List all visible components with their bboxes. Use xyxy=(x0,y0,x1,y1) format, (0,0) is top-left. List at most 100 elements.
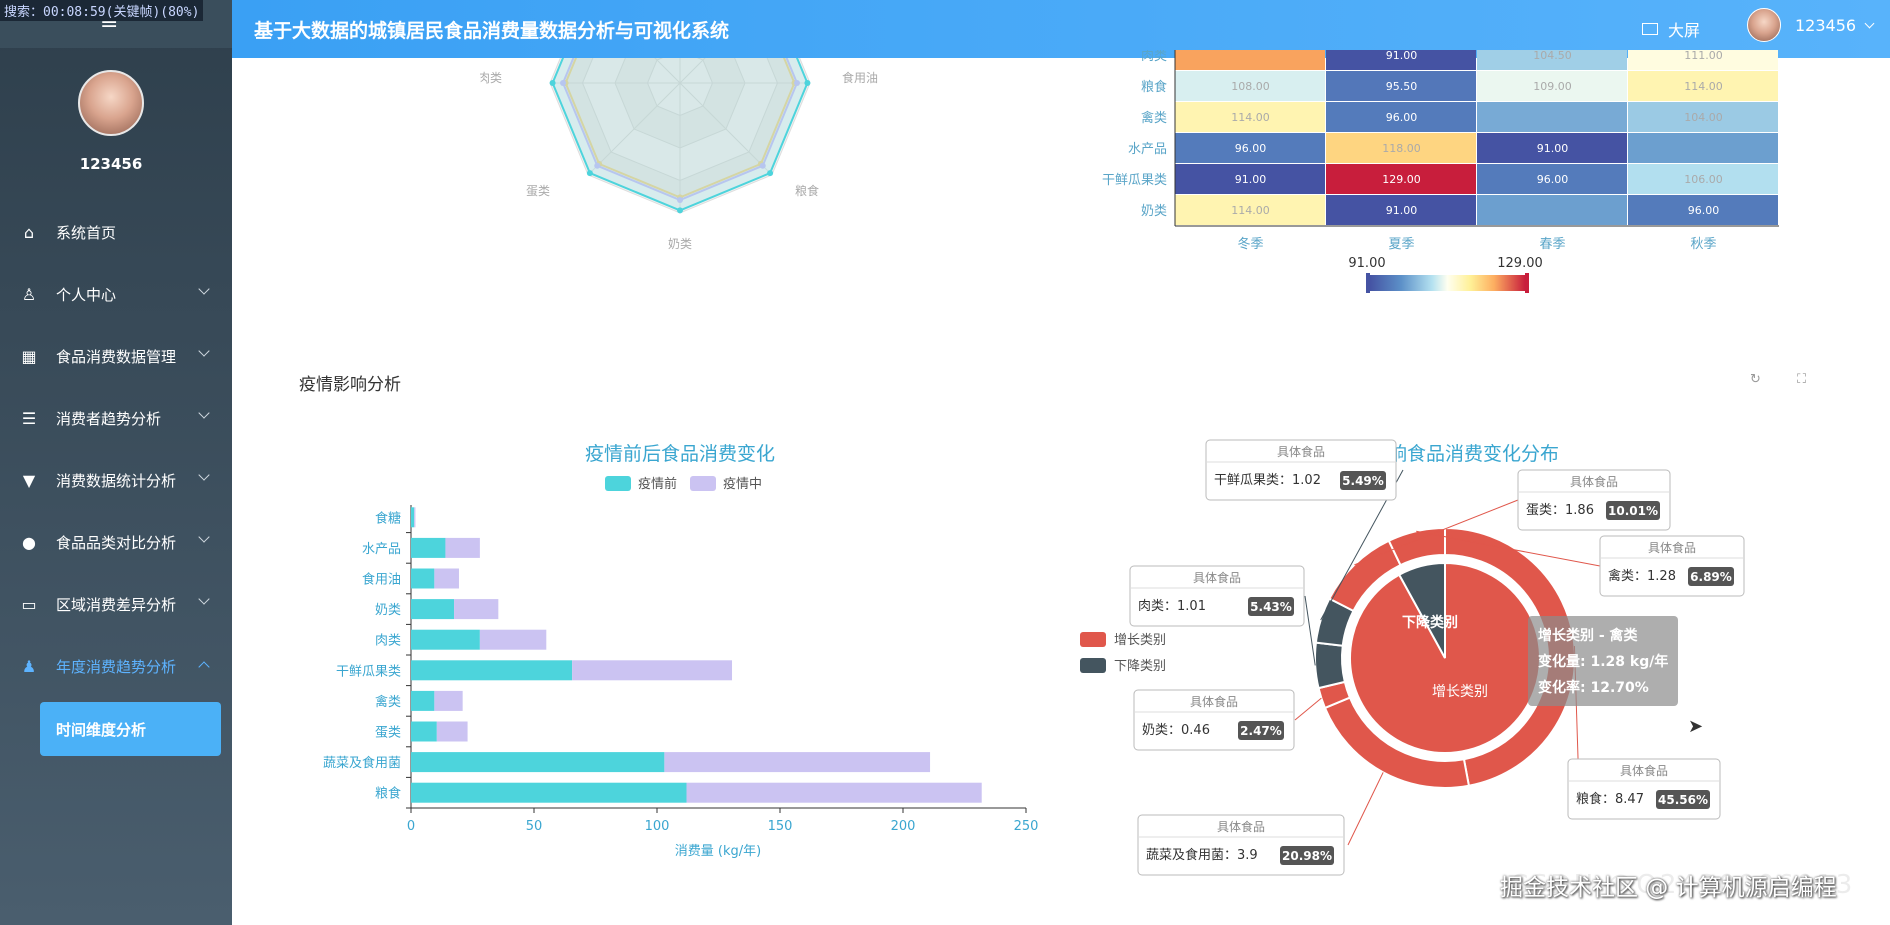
bar-segment[interactable] xyxy=(411,690,435,711)
outer-ring-slice[interactable] xyxy=(1314,641,1347,690)
chevron-down-icon xyxy=(198,661,210,673)
fullscreen-icon[interactable]: ⛶ xyxy=(1797,372,1806,387)
bar-segment[interactable] xyxy=(664,752,931,773)
pie-label-name: 蛋类：1.86 xyxy=(1526,503,1594,518)
visual-map-handle[interactable] xyxy=(1525,273,1529,293)
sidebar-item-3[interactable]: ☰ 消费者趋势分析 xyxy=(0,387,232,449)
bar-segment[interactable] xyxy=(411,599,455,620)
bar-segment[interactable] xyxy=(411,721,437,742)
bar-segment[interactable] xyxy=(411,660,573,681)
legend-label[interactable]: 下降类别 xyxy=(1114,659,1166,674)
bar-segment[interactable] xyxy=(434,690,463,711)
pie-label-box: 具体食品禽类：1.28 6.89% xyxy=(1599,535,1745,597)
sidebar-item-5[interactable]: ● 食品品类对比分析 xyxy=(0,511,232,573)
heatmap-cell[interactable] xyxy=(1175,50,1325,70)
visual-map-bar[interactable] xyxy=(1370,275,1525,291)
sidebar-item-7[interactable]: ♟ 年度消费趋势分析 xyxy=(0,635,232,697)
label-leader-line xyxy=(1294,697,1322,721)
person-icon: ♟ xyxy=(21,656,37,676)
legend-swatch[interactable] xyxy=(1080,632,1106,647)
pie-label-name: 肉类：1.01 xyxy=(1138,599,1206,614)
visual-map-handle[interactable] xyxy=(1366,273,1370,293)
chevron-down-icon xyxy=(198,283,210,295)
sidebar-item-2[interactable]: ▦ 食品消费数据管理 xyxy=(0,325,232,387)
grid-icon: ▦ xyxy=(21,346,37,366)
sidebar-item-label: 年度消费趋势分析 xyxy=(56,657,177,676)
heatmap-cell-label: 96.00 xyxy=(1688,204,1720,217)
pie-label-name: 奶类：0.46 xyxy=(1142,723,1210,738)
legend-label[interactable]: 疫情中 xyxy=(723,476,762,492)
heatmap-col-label: 春季 xyxy=(1539,237,1565,252)
bar-category-label: 食用油 xyxy=(362,572,401,588)
bar-segment[interactable] xyxy=(411,782,687,803)
legend-swatch[interactable] xyxy=(605,476,631,491)
mouse-cursor-icon: ➤ xyxy=(1688,716,1704,737)
chevron-down-icon xyxy=(198,593,210,605)
heatmap-cell-label: 111.00 xyxy=(1684,50,1723,62)
bar-segment[interactable] xyxy=(434,568,459,589)
outer-ring-slice[interactable] xyxy=(1387,526,1446,567)
visual-map-max-label: 129.00 xyxy=(1497,256,1543,271)
sidebar-menu: ⌂ 系统首页 ♙ 个人中心 ▦ 食品消费数据管理 ☰ 消费者趋势分析 ▼ 消费数据统计分析 ● 食品品… xyxy=(0,201,232,697)
pie-chart: 疫情影响食品消费变化分布增长类别下降类别增长类别下降类别具体食品粮食：8.47 4… xyxy=(1080,439,1745,876)
bar-segment[interactable] xyxy=(445,537,480,558)
heatmap-cell-label: 91.00 xyxy=(1386,50,1418,62)
bar-category-label: 蔬菜及食用菌 xyxy=(323,755,401,771)
pie-label-box: 具体食品肉类：1.01 5.43% xyxy=(1129,565,1305,627)
heatmap-cell-label: 91.00 xyxy=(1235,173,1267,186)
bar-segment[interactable] xyxy=(572,660,733,681)
refresh-icon[interactable]: ↻ xyxy=(1750,372,1761,387)
heatmap-cell-label: 96.00 xyxy=(1537,173,1569,186)
bar-segment[interactable] xyxy=(436,721,468,742)
app-title: 基于大数据的城镇居民食品消费量数据分析与可视化系统 xyxy=(254,20,730,42)
avatar xyxy=(78,70,144,136)
pie-label-header: 具体食品 xyxy=(1193,570,1241,585)
sidebar-item-label: 消费数据统计分析 xyxy=(56,471,177,490)
sidebar-item-0[interactable]: ⌂ 系统首页 xyxy=(0,201,232,263)
chevron-down-icon xyxy=(198,469,210,481)
legend-swatch[interactable] xyxy=(690,476,716,491)
bar-x-tick-label: 0 xyxy=(407,819,415,834)
search-overlay-text: 搜索：00:08:59(关键帧)(80%) xyxy=(0,0,204,21)
sidebar-item-1[interactable]: ♙ 个人中心 xyxy=(0,263,232,325)
tooltip-line: 增长类别 - 禽类 xyxy=(1538,627,1639,644)
radar-chart: 肉类 食用油蛋类 粮食奶类 xyxy=(480,58,878,251)
bar-category-label: 水产品 xyxy=(362,542,401,557)
user-menu[interactable]: 123456 xyxy=(1747,8,1875,42)
pie-label-percent: 2.47% xyxy=(1240,724,1282,738)
bar-segment[interactable] xyxy=(411,752,665,773)
sidebar-item-4[interactable]: ▼ 消费数据统计分析 xyxy=(0,449,232,511)
bar-x-tick-label: 200 xyxy=(891,819,916,834)
sidebar-item-label: 食品品类对比分析 xyxy=(56,533,177,552)
sidebar-item-6[interactable]: ▭ 区域消费差异分析 xyxy=(0,573,232,635)
bar-segment[interactable] xyxy=(411,537,446,558)
heatmap-cell-label: 114.00 xyxy=(1231,111,1270,124)
chevron-down-icon xyxy=(198,407,210,419)
monitor-icon: ▭ xyxy=(21,594,37,614)
bar-category-label: 食糖 xyxy=(375,510,401,526)
bar-category-label: 蛋类 xyxy=(375,726,401,741)
legend-label[interactable]: 增长类别 xyxy=(1114,633,1166,648)
bar-segment[interactable] xyxy=(479,629,547,650)
bar-segment[interactable] xyxy=(411,629,480,650)
legend-swatch[interactable] xyxy=(1080,658,1106,673)
bar-chart-title: 疫情前后食品消费变化 xyxy=(585,443,775,465)
big-screen-button[interactable]: 大屏 xyxy=(1642,17,1700,41)
bar-segment[interactable] xyxy=(454,599,499,620)
bar-segment[interactable] xyxy=(411,507,415,528)
heatmap-cell[interactable] xyxy=(1628,133,1778,163)
sidebar-subitem-time-dimension[interactable]: 时间维度分析 xyxy=(40,702,221,756)
sidebar-item-label: 个人中心 xyxy=(56,285,117,304)
watermark: 掘金技术社区 @ 计算机源启编程 xyxy=(1500,875,1837,901)
heatmap-cell[interactable] xyxy=(1477,102,1627,132)
legend-label[interactable]: 疫情前 xyxy=(638,476,677,492)
bar-x-tick-label: 50 xyxy=(526,819,543,834)
bar-segment[interactable] xyxy=(411,568,435,589)
monitor-icon xyxy=(1642,23,1658,35)
heatmap-row-label: 奶类 xyxy=(1141,204,1167,219)
bar-x-tick-label: 250 xyxy=(1014,819,1039,834)
bar-segment[interactable] xyxy=(686,782,982,803)
pie-label-header: 具体食品 xyxy=(1277,444,1325,459)
heatmap-cell[interactable] xyxy=(1477,195,1627,225)
bar-segment[interactable] xyxy=(414,507,416,528)
